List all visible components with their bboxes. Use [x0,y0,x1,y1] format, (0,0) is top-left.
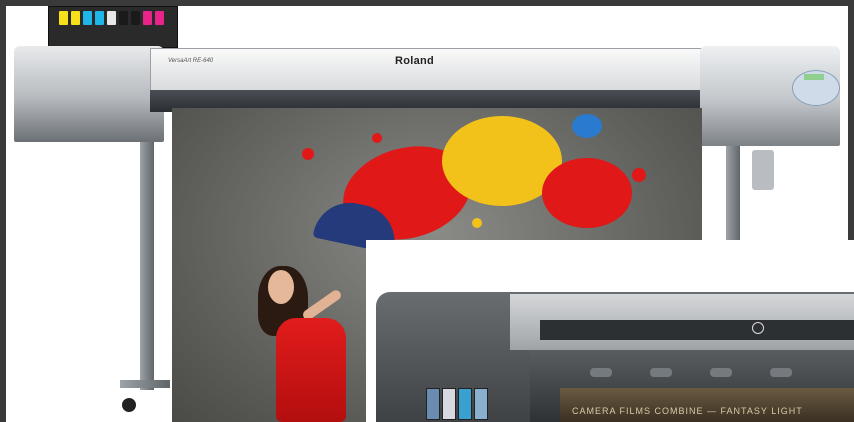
inset-ink-cartridge [426,388,440,420]
waste-bottle [752,150,774,190]
paint-drop [372,133,382,143]
inset-printer-logo [752,322,764,334]
inset-printer-pinch-roller [710,368,732,377]
ink-cartridge-yellow [59,11,68,25]
paint-drop [472,218,482,228]
inset-printer-pinch-roller [590,368,612,377]
ink-cartridge-rack [48,6,178,48]
printer-wheel [122,398,136,412]
paint-drop [302,148,314,160]
inset-printer-slot [540,320,854,340]
ink-cartridge-cyan [83,11,92,25]
inset-ink-cartridge [474,388,488,420]
inset-printed-text: CAMERA FILMS COMBINE — FANTASY LIGHT [572,406,803,416]
printer-brand-label: Roland [395,55,435,67]
printer-leg-right [726,140,740,240]
paint-splash-red [542,158,632,228]
ink-cartridge-magenta [155,11,164,25]
inset-printer-pinch-roller [770,368,792,377]
ink-cartridge-black [119,11,128,25]
printer-leg-left [140,140,154,390]
woman-face [268,270,294,304]
woman-red-dress [276,318,346,422]
ink-cartridge-magenta [143,11,152,25]
printer-foot-left [120,380,170,388]
ink-cartridge-cyan [95,11,104,25]
inset-printed-media [560,388,854,422]
photo-frame: VersaArt RE-640 Roland CAMERA FILMS COMB… [0,0,854,422]
inset-printer-pinch-roller [650,368,672,377]
ink-cartridge-black [131,11,140,25]
printer-left-housing [14,46,164,142]
ink-cartridge-yellow [71,11,80,25]
printer-model-label: VersaArt RE-640 [168,58,214,64]
ink-cartridge-white [107,11,116,25]
inset-ink-cartridge [458,388,472,420]
paint-splash-blue [572,114,602,138]
paint-drop [632,168,646,182]
printer-lcd-screen [804,74,824,80]
inset-ink-cartridge [442,388,456,420]
